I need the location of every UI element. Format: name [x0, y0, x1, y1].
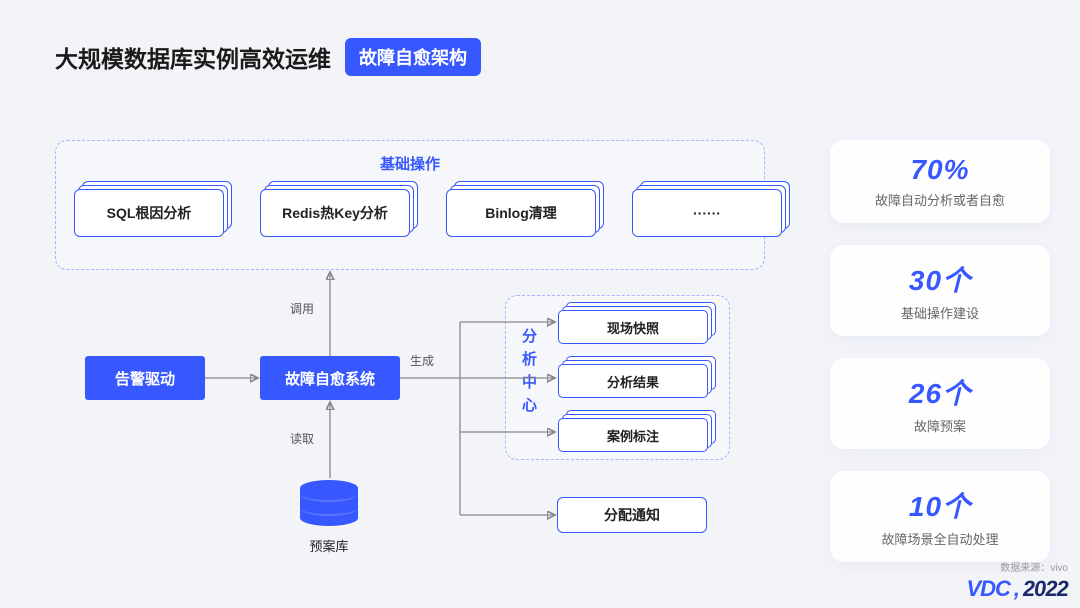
analysis-center-frame: 分析中心 现场快照 分析结果 案例标注: [505, 295, 730, 460]
stat-label: 故障自动分析或者自愈: [840, 190, 1040, 209]
analysis-center-items: 现场快照 分析结果 案例标注: [558, 310, 708, 452]
stat-card: 26个 故障预案: [830, 358, 1050, 449]
title-row: 大规模数据库实例高效运维 故障自愈架构: [55, 38, 481, 76]
analysis-item-result: 分析结果: [558, 364, 708, 398]
op-card-label: ······: [632, 189, 782, 237]
stat-card: 30个 基础操作建设: [830, 245, 1050, 336]
footer-source: 数据来源：vivo: [966, 559, 1068, 574]
edge-label-call: 调用: [290, 300, 314, 317]
stat-label: 基础操作建设: [840, 303, 1040, 322]
node-self-heal-system: 故障自愈系统: [260, 356, 400, 400]
preplan-database-label: 预案库: [300, 536, 358, 555]
stat-card: 70% 故障自动分析或者自愈: [830, 140, 1050, 223]
analysis-item-label: 案例标注: [558, 418, 708, 452]
op-card-sql-analysis: SQL根因分析: [74, 189, 224, 237]
analysis-center-title: 分析中心: [518, 328, 539, 420]
op-card-label: Binlog清理: [446, 189, 596, 237]
page-title: 大规模数据库实例高效运维: [55, 40, 331, 74]
stat-value: 26个: [840, 372, 1040, 412]
node-dispatch-notice: 分配通知: [557, 497, 707, 533]
node-preplan-database: 预案库: [300, 480, 358, 555]
basic-operations-frame: 基础操作 SQL根因分析 Redis热Key分析 Binlog清理 ······: [55, 140, 765, 270]
op-card-label: SQL根因分析: [74, 189, 224, 237]
basic-operations-title: 基础操作: [56, 153, 764, 174]
footer: 数据来源：vivo VDC, 2022: [966, 559, 1068, 602]
stat-card: 10个 故障场景全自动处理: [830, 471, 1050, 562]
edge-label-read: 读取: [290, 430, 314, 447]
stat-value: 10个: [840, 485, 1040, 525]
footer-logo-text: VDC: [966, 576, 1009, 602]
stats-column: 70% 故障自动分析或者自愈 30个 基础操作建设 26个 故障预案 10个 故…: [830, 140, 1050, 562]
analysis-item-snapshot: 现场快照: [558, 310, 708, 344]
stat-value: 70%: [840, 154, 1040, 186]
edge-label-generate: 生成: [410, 352, 434, 369]
op-card-more: ······: [632, 189, 782, 237]
stat-label: 故障场景全自动处理: [840, 529, 1040, 548]
stat-value: 30个: [840, 259, 1040, 299]
database-icon: [300, 480, 358, 528]
analysis-item-case-label: 案例标注: [558, 418, 708, 452]
node-alert-driven: 告警驱动: [85, 356, 205, 400]
analysis-item-label: 现场快照: [558, 310, 708, 344]
op-card-label: Redis热Key分析: [260, 189, 410, 237]
analysis-item-label: 分析结果: [558, 364, 708, 398]
title-badge: 故障自愈架构: [345, 38, 481, 76]
footer-year: 2022: [1021, 576, 1070, 602]
op-card-binlog-clean: Binlog清理: [446, 189, 596, 237]
stat-label: 故障预案: [840, 416, 1040, 435]
basic-operations-row: SQL根因分析 Redis热Key分析 Binlog清理 ······: [74, 189, 782, 237]
footer-logo: VDC, 2022: [966, 576, 1068, 602]
op-card-redis-hotkey: Redis热Key分析: [260, 189, 410, 237]
